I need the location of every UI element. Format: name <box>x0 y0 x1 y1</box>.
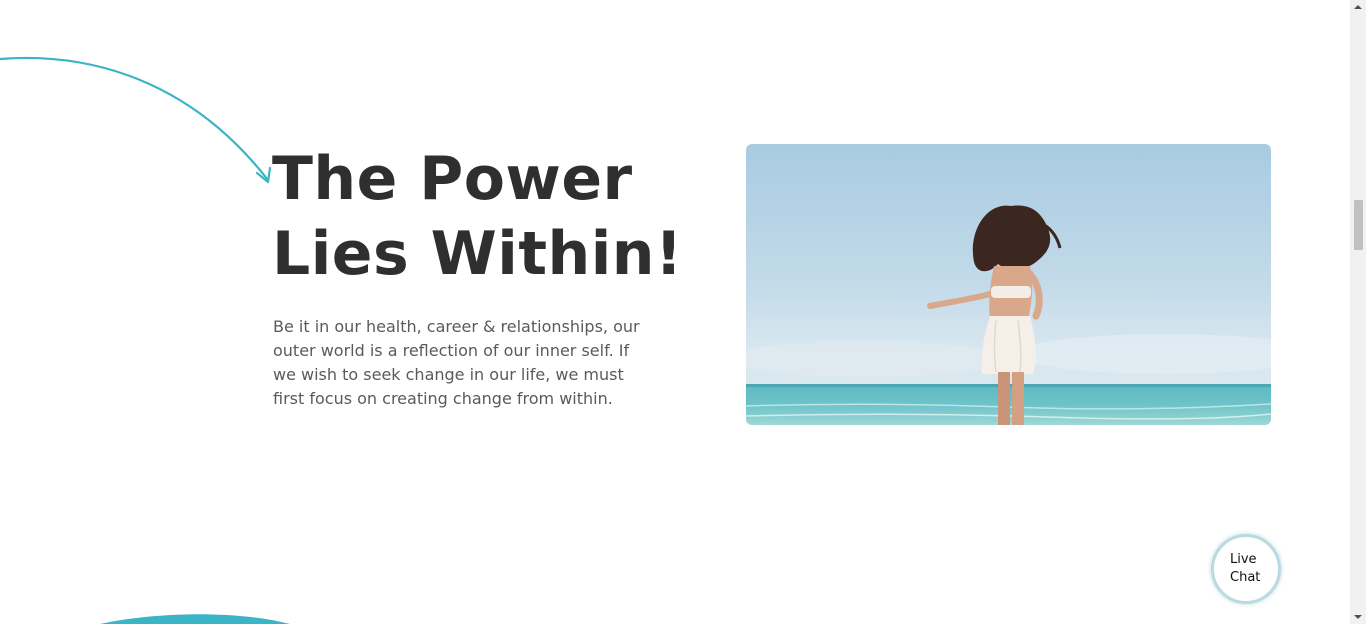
page-title: The Power Lies Within! <box>272 142 692 292</box>
page-section: The Power Lies Within! Be it in our heal… <box>0 0 1350 624</box>
decorative-arrow-icon <box>0 56 272 184</box>
scrollbar-thumb[interactable] <box>1354 200 1363 250</box>
decorative-wave-shape <box>100 614 290 624</box>
intro-paragraph: Be it in our health, career & relationsh… <box>273 317 640 408</box>
heading-line-1: The Power <box>272 144 633 214</box>
heading-line-2: Lies Within! <box>272 219 683 289</box>
hero-image <box>746 144 1271 425</box>
live-chat-label: Live Chat <box>1230 552 1261 585</box>
vertical-scrollbar[interactable] <box>1350 0 1366 624</box>
scroll-up-arrow-icon[interactable] <box>1350 0 1366 14</box>
live-chat-button[interactable]: Live Chat <box>1211 534 1281 604</box>
scroll-down-arrow-icon[interactable] <box>1350 610 1366 624</box>
